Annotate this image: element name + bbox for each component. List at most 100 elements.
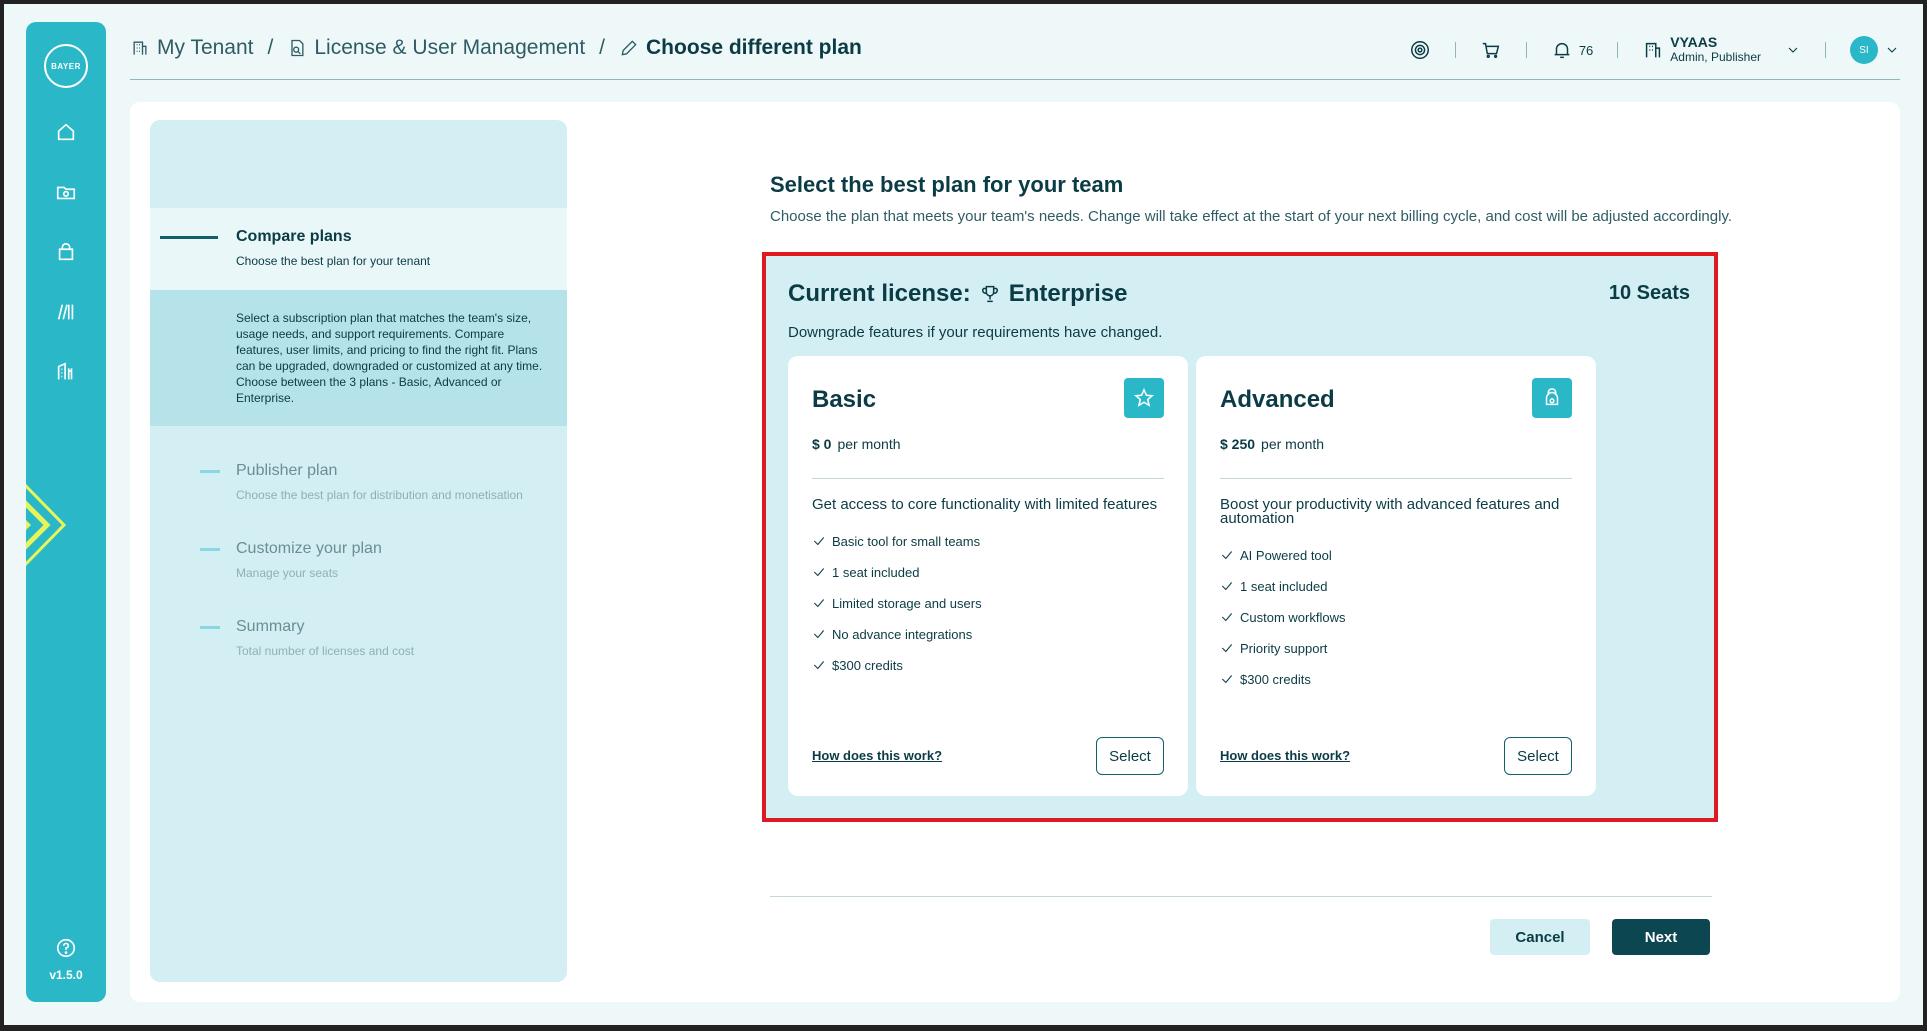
- list-item: $300 credits: [812, 658, 982, 689]
- list-item: $300 credits: [1220, 672, 1345, 703]
- plan-card-advanced: Advanced $ 250 per month Boost your produ…: [1196, 356, 1596, 796]
- price-period: per month: [837, 436, 901, 452]
- feature-label: 1 seat included: [832, 565, 920, 580]
- check-icon: [1221, 613, 1233, 622]
- divider: [1220, 478, 1572, 479]
- chevron-down-icon: [1887, 47, 1897, 53]
- list-item: AI Powered tool: [1220, 548, 1345, 579]
- cart-icon[interactable]: [1480, 39, 1502, 61]
- plan-price: $ 0 per month: [812, 436, 901, 452]
- cancel-button[interactable]: Cancel: [1490, 919, 1590, 955]
- step-subtitle: Choose the best plan for distribution an…: [236, 488, 523, 502]
- feature-label: 1 seat included: [1240, 579, 1328, 594]
- price-amount: $ 0: [812, 436, 832, 452]
- bag-icon[interactable]: [52, 238, 80, 266]
- feature-label: Priority support: [1240, 641, 1328, 656]
- feature-label: Basic tool for small teams: [832, 534, 981, 549]
- plan-price: $ 250 per month: [1220, 436, 1324, 452]
- list-item: No advance integrations: [812, 627, 982, 658]
- check-icon: [813, 568, 825, 577]
- license-plan: Enterprise: [1008, 280, 1128, 307]
- step-title: Customize your plan: [236, 540, 382, 557]
- user-name: VYAAS: [1670, 34, 1718, 50]
- feature-label: No advance integrations: [832, 627, 973, 642]
- price-amount: $ 250: [1220, 436, 1256, 452]
- step-indicator: [160, 236, 218, 239]
- pencil-icon: [621, 40, 637, 56]
- check-icon: [813, 630, 825, 639]
- how-does-this-work-link[interactable]: How does this work?: [1220, 748, 1350, 763]
- select-advanced-button[interactable]: Select: [1504, 737, 1572, 775]
- list-item: 1 seat included: [812, 565, 982, 596]
- header-tools: 76 VYAAS Admin, Publisher SI: [1409, 32, 1900, 68]
- help-icon[interactable]: [52, 934, 80, 962]
- check-icon: [813, 537, 825, 546]
- user-info: VYAAS Admin, Publisher: [1670, 35, 1761, 65]
- step-indicator: [200, 470, 220, 473]
- price-period: per month: [1261, 436, 1325, 452]
- list-item: 1 seat included: [1220, 579, 1345, 610]
- step-description-text: Select a subscription plan that matches …: [236, 311, 543, 405]
- divider: [1617, 42, 1619, 58]
- divider: [1525, 42, 1527, 58]
- folder-icon[interactable]: [52, 178, 80, 206]
- divider: [1825, 42, 1826, 58]
- feature-label: Custom workflows: [1240, 610, 1346, 625]
- check-icon: [1221, 644, 1233, 653]
- step-compare-plans[interactable]: Compare plans Choose the best plan for y…: [150, 208, 567, 290]
- plan-description: Boost your productivity with advanced fe…: [1220, 496, 1560, 527]
- app-version: v1.5.0: [49, 968, 83, 982]
- building-tools-icon[interactable]: [52, 358, 80, 386]
- check-icon: [813, 599, 825, 608]
- step-subtitle: Total number of licenses and cost: [236, 644, 415, 658]
- plan-card-basic: Basic $ 0 per month Get access to core fu…: [788, 356, 1188, 796]
- list-item: Custom workflows: [1220, 610, 1345, 641]
- library-icon[interactable]: [52, 298, 80, 326]
- feature-label: $300 credits: [1240, 672, 1311, 687]
- breadcrumb-license-management[interactable]: License & User Management: [287, 36, 585, 60]
- license-document-icon: [291, 39, 304, 57]
- trophy-icon: [981, 285, 998, 303]
- list-item: Basic tool for small teams: [812, 534, 982, 565]
- bayer-logo[interactable]: BAYER: [44, 44, 88, 88]
- chevron-decoration-icon: [26, 483, 67, 567]
- current-license-title: Current license: Enterprise: [788, 280, 1127, 308]
- user-role: Admin, Publisher: [1670, 50, 1761, 64]
- breadcrumb-label: My Tenant: [157, 36, 254, 59]
- tenant-switcher[interactable]: VYAAS Admin, Publisher: [1642, 35, 1801, 65]
- step-title: Summary: [236, 618, 305, 635]
- step-description: Select a subscription plan that matches …: [150, 290, 567, 426]
- settings-wheel-icon[interactable]: [1409, 39, 1431, 61]
- app-sidebar: BAYER v1.5.0: [26, 22, 106, 1002]
- feature-label: Limited storage and users: [832, 596, 982, 611]
- plan-name: Basic: [812, 386, 877, 413]
- plan-description: Get access to core functionality with li…: [812, 496, 1158, 513]
- select-basic-button[interactable]: Select: [1096, 737, 1164, 775]
- step-indicator: [200, 548, 220, 551]
- building-icon: [1646, 42, 1661, 58]
- check-icon: [813, 661, 825, 670]
- list-item: Priority support: [1220, 641, 1345, 672]
- bell-icon: [1554, 42, 1570, 59]
- notifications-button[interactable]: 76: [1551, 39, 1593, 61]
- star-icon: [1124, 378, 1164, 418]
- feature-list: AI Powered tool 1 seat included Custom w…: [1220, 548, 1345, 703]
- step-subtitle: Choose the best plan for your tenant: [236, 254, 431, 268]
- divider: [812, 478, 1164, 479]
- breadcrumb-my-tenant[interactable]: My Tenant: [130, 36, 254, 60]
- license-seats: 10 Seats: [1608, 282, 1690, 304]
- divider: [770, 896, 1712, 897]
- divider: [1454, 42, 1456, 58]
- home-icon[interactable]: [52, 118, 80, 146]
- list-item: Limited storage and users: [812, 596, 982, 627]
- building-icon: [133, 41, 147, 55]
- logo-text: BAYER: [51, 62, 81, 71]
- how-does-this-work-link[interactable]: How does this work?: [812, 748, 942, 763]
- license-label: Current license:: [788, 280, 971, 307]
- main-panel: Compare plans Choose the best plan for y…: [130, 102, 1900, 1002]
- next-button[interactable]: Next: [1612, 919, 1710, 955]
- profile-menu[interactable]: SI: [1850, 36, 1900, 64]
- plan-stepper: Compare plans Choose the best plan for y…: [150, 120, 567, 982]
- breadcrumb-label: License & User Management: [314, 36, 586, 59]
- breadcrumb-label: Choose different plan: [646, 36, 862, 59]
